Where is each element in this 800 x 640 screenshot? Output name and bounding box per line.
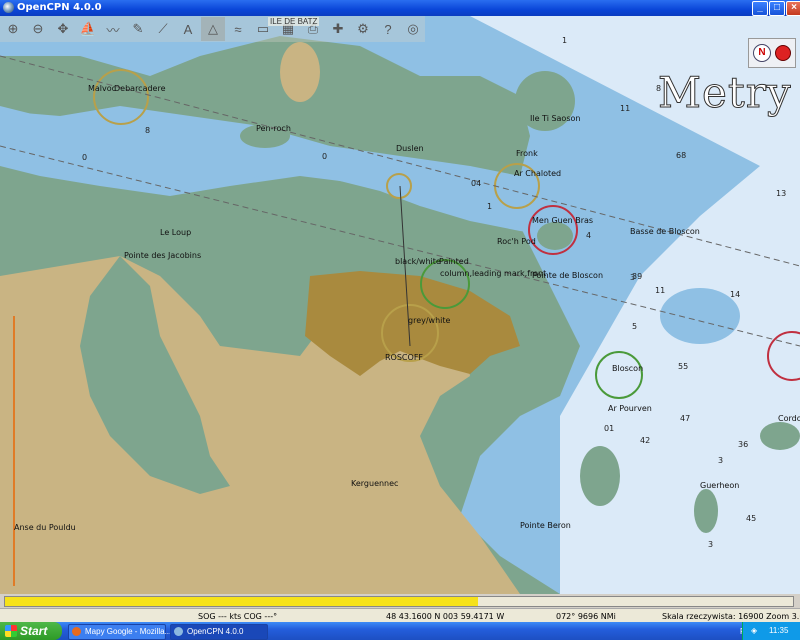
measure-icon[interactable]: ⟋ <box>151 17 175 41</box>
label-debarcadere: Debarcadere <box>114 84 166 93</box>
depth-sounding: 45 <box>746 514 757 523</box>
depth-sounding: 04 <box>471 179 482 188</box>
label-bloscon: Bloscon <box>612 364 644 373</box>
track-icon[interactable]: 〰 <box>101 17 125 41</box>
status-sog-cog: SOG --- kts COG ---° <box>198 612 278 621</box>
status-bar: SOG --- kts COG ---° 48 43.1600 N 003 59… <box>0 608 800 623</box>
chart-bar[interactable] <box>0 594 800 608</box>
depth-sounding: 14 <box>730 290 741 299</box>
label-roscoff: ROSCOFF <box>385 353 424 362</box>
depth-sounding: 1 <box>487 202 493 211</box>
current-icon[interactable]: ≈ <box>226 17 250 41</box>
clock: 11:35 <box>769 626 789 635</box>
label-painted: Painted <box>439 257 469 266</box>
status-position: 48 43.1600 N 003 59.4171 W <box>386 612 505 621</box>
network-icon[interactable]: ◈ <box>751 626 757 635</box>
label-anse-du-pouldu: Anse du Pouldu <box>14 523 76 532</box>
zoom-out-icon[interactable]: ⊖ <box>26 17 50 41</box>
label-guerheon: Guerheon <box>700 481 740 490</box>
depth-sounding: 36 <box>738 440 749 449</box>
chart-name-label: ILE DE BATZ <box>268 17 320 26</box>
depth-sounding: 0 <box>82 153 88 162</box>
taskbar-item-firefox[interactable]: Mapy Google - Mozilla... <box>68 624 171 640</box>
pan-icon[interactable]: ✥ <box>51 17 75 41</box>
label-le-loup: Le Loup <box>160 228 192 237</box>
depth-sounding: 39 <box>632 272 643 281</box>
label-grey-white: grey/white <box>408 316 451 325</box>
main-toolbar: ⊕ ⊖ ✥ ⛵ 〰 ✎ ⟋ A △ ≈ ▭ ▦ ⎙ ✚ ⚙ ? ◎ <box>0 16 425 42</box>
route-icon[interactable]: ⛵ <box>76 17 100 41</box>
depth-sounding: 55 <box>678 362 689 371</box>
label-fronk: Fronk <box>516 149 538 158</box>
close-button[interactable]: × <box>786 1 800 16</box>
settings-icon[interactable]: ⚙ <box>351 17 375 41</box>
depth-sounding: 13 <box>776 189 787 198</box>
label-ile-ti-saoson: Ile Ti Saoson <box>530 114 581 123</box>
label-pen-roch: Pen-roch <box>256 124 291 133</box>
label-pointe-des-jacobins: Pointe des Jacobins <box>124 251 202 260</box>
taskbar-item-opencpn[interactable]: OpenCPN 4.0.0 <box>170 624 268 640</box>
label-men-guen-bras: Men Guen Bras <box>532 216 594 225</box>
label-basse-de-bloscon: Basse de Bloscon <box>630 227 700 236</box>
depth-sounding: 0 <box>322 152 328 161</box>
window-title: OpenCPN 4.0.0 <box>17 2 102 13</box>
depth-sounding: 4 <box>586 231 592 240</box>
start-button[interactable]: Start <box>0 622 62 640</box>
depth-sounding: 68 <box>676 151 687 160</box>
label-cordonnier: Cordonnier <box>778 414 800 423</box>
nautical-chart-canvas[interactable]: Malvoc Debarcadere Pen-roch Duslen Ile T… <box>0 16 800 594</box>
depth-sounding: 47 <box>680 414 691 423</box>
zoom-in-icon[interactable]: ⊕ <box>1 17 25 41</box>
depth-sounding: 01 <box>604 424 615 433</box>
opencpn-app-icon <box>3 2 14 13</box>
depth-sounding: 42 <box>640 436 651 445</box>
scale-unit-overlay: Metry <box>658 68 792 118</box>
mark-icon[interactable]: ✎ <box>126 17 150 41</box>
label-pointe-beron: Pointe Beron <box>520 521 571 530</box>
chart-bar-track <box>4 596 794 607</box>
windows-logo-icon <box>5 625 17 637</box>
opencpn-icon <box>174 627 183 636</box>
depth-sounding: 3 <box>708 540 714 549</box>
depth-sounding: 1 <box>562 36 568 45</box>
compass-widget[interactable]: N <box>748 38 796 68</box>
depth-sounding: 8 <box>145 126 151 135</box>
label-ar-chaloted: Ar Chaloted <box>514 169 562 178</box>
label-black-white: black/white <box>395 257 441 266</box>
tide-icon[interactable]: △ <box>201 17 225 41</box>
title-bar: OpenCPN 4.0.0 _ □ × <box>0 0 800 16</box>
label-kerguennec: Kerguennec <box>351 479 399 488</box>
label-roch-pod: Roc'h Pod <box>497 237 536 246</box>
depth-sounding: 11 <box>655 286 666 295</box>
depth-sounding: 11 <box>620 104 631 113</box>
gps-status-icon <box>775 45 791 61</box>
label-duslen: Duslen <box>396 144 424 153</box>
text-icon[interactable]: A <box>176 17 200 41</box>
depth-sounding: 3 <box>718 456 724 465</box>
help-icon[interactable]: ? <box>376 17 400 41</box>
label-column-leading-mark: column,leading mark,front <box>440 269 547 278</box>
lifebuoy-icon[interactable]: ◎ <box>401 17 425 41</box>
windows-taskbar: Start Mapy Google - Mozilla... OpenCPN 4… <box>0 622 800 640</box>
label-malvoc: Malvoc <box>88 84 117 93</box>
north-up-icon[interactable]: N <box>753 44 771 62</box>
label-ar-pourven: Ar Pourven <box>608 404 652 413</box>
maximize-button[interactable]: □ <box>769 1 785 16</box>
status-bearing: 072° 9696 NMi <box>556 612 616 621</box>
status-scale: Skala rzeczywista: 16900 Zoom 3.0x <box>662 612 800 621</box>
firefox-icon <box>72 627 81 636</box>
drop-marker-icon[interactable]: ✚ <box>326 17 350 41</box>
chart-bar-fill <box>5 597 478 606</box>
minimize-button[interactable]: _ <box>752 1 768 16</box>
depth-sounding: 5 <box>632 322 638 331</box>
system-tray: ◈ 11:35 <box>742 622 800 640</box>
label-pointe-de-bloscon: Pointe de Bloscon <box>532 271 604 280</box>
